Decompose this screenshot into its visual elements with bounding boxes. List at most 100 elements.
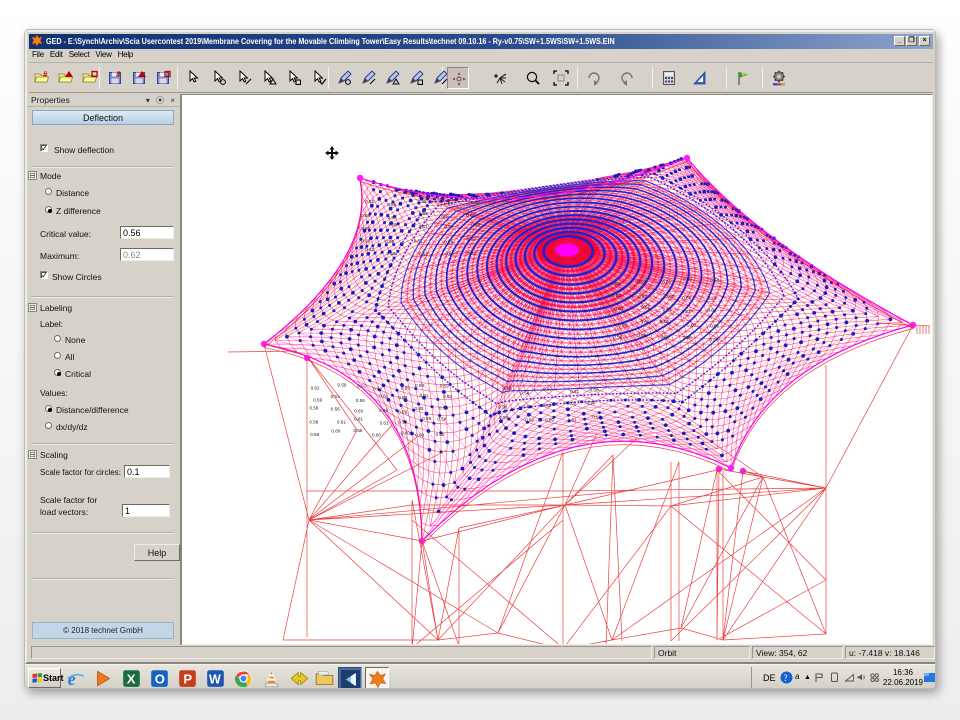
svg-text:0.62: 0.62 [682, 309, 691, 314]
svg-text:0.62: 0.62 [615, 306, 624, 311]
svg-text:P: P [183, 671, 192, 686]
svg-text:0.62: 0.62 [543, 403, 552, 408]
svg-text:0.60: 0.60 [372, 432, 381, 437]
svg-text:0.59: 0.59 [387, 202, 396, 207]
svg-text:0.61: 0.61 [419, 224, 428, 229]
svg-text:0.58: 0.58 [331, 407, 340, 412]
svg-text:0.62: 0.62 [641, 305, 650, 310]
svg-text:0.62: 0.62 [415, 406, 424, 411]
svg-text:0.61: 0.61 [414, 239, 423, 244]
svg-text:0.61: 0.61 [379, 394, 388, 399]
svg-text:0.60: 0.60 [661, 335, 670, 340]
svg-text:0.60: 0.60 [436, 432, 445, 437]
svg-text:0.59: 0.59 [338, 383, 347, 388]
svg-text:0.59: 0.59 [637, 333, 646, 338]
svg-text:0.62: 0.62 [683, 277, 692, 282]
svg-text:X: X [127, 671, 136, 686]
svg-text:0.60: 0.60 [662, 279, 671, 284]
svg-text:0.58: 0.58 [520, 391, 529, 396]
svg-text:#: # [116, 70, 121, 79]
svg-text:0.62: 0.62 [443, 394, 452, 399]
svg-text:0.62: 0.62 [567, 401, 576, 406]
svg-text:0.58: 0.58 [444, 225, 453, 230]
svg-text:0.61: 0.61 [420, 393, 429, 398]
svg-text:0.61: 0.61 [337, 420, 346, 425]
svg-text:0.59: 0.59 [356, 398, 365, 403]
svg-text:0.58: 0.58 [590, 387, 599, 392]
svg-text:0.58: 0.58 [361, 213, 370, 218]
svg-text:0.61: 0.61 [439, 214, 448, 219]
svg-text:0.58: 0.58 [398, 420, 407, 425]
svg-text:0.59: 0.59 [418, 199, 427, 204]
svg-text:0.62: 0.62 [543, 386, 552, 391]
svg-text:0.59: 0.59 [663, 307, 672, 312]
svg-text:0.58: 0.58 [354, 428, 363, 433]
svg-text:0.58: 0.58 [710, 277, 719, 282]
svg-text:0.59: 0.59 [612, 293, 621, 298]
svg-text:0.60: 0.60 [331, 429, 340, 434]
svg-text:0.60: 0.60 [401, 430, 410, 435]
svg-text:0.60: 0.60 [665, 294, 674, 299]
svg-text:W: W [209, 672, 221, 686]
svg-text:0.58: 0.58 [310, 405, 319, 410]
svg-text:0.61: 0.61 [467, 251, 476, 256]
svg-text:#: # [43, 70, 48, 79]
svg-text:0.61: 0.61 [568, 418, 577, 423]
svg-text:0.59: 0.59 [641, 319, 650, 324]
svg-text:0.58: 0.58 [592, 415, 601, 420]
svg-text:0.59: 0.59 [708, 296, 717, 301]
svg-text:0.58: 0.58 [499, 415, 508, 420]
svg-text:0.60: 0.60 [637, 279, 646, 284]
svg-text:0.59: 0.59 [313, 397, 322, 402]
svg-text:0.61: 0.61 [707, 307, 716, 312]
svg-text:0.59: 0.59 [545, 418, 554, 423]
svg-text:0.61: 0.61 [522, 404, 531, 409]
svg-text:0.60: 0.60 [362, 238, 371, 243]
svg-text:0.59: 0.59 [398, 410, 407, 415]
svg-text:0.61: 0.61 [380, 421, 389, 426]
svg-text:0.60: 0.60 [354, 409, 363, 414]
svg-text:0.59: 0.59 [401, 386, 410, 391]
svg-text:0.58: 0.58 [682, 296, 691, 301]
svg-text:0.62: 0.62 [379, 408, 388, 413]
svg-text:0.59: 0.59 [439, 405, 448, 410]
svg-text:0.59: 0.59 [683, 335, 692, 340]
svg-text:0.62: 0.62 [311, 386, 320, 391]
svg-text:0.62: 0.62 [638, 294, 647, 299]
svg-text:?: ? [784, 673, 788, 683]
svg-text:O: O [155, 671, 165, 686]
svg-text:0.62: 0.62 [471, 200, 480, 205]
svg-text:0.58: 0.58 [444, 240, 453, 245]
svg-text:0.58: 0.58 [613, 335, 622, 340]
svg-text:0.62: 0.62 [373, 387, 382, 392]
svg-text:0.62: 0.62 [365, 199, 374, 204]
svg-text:0.59: 0.59 [660, 319, 669, 324]
svg-text:0.62: 0.62 [419, 211, 428, 216]
svg-text:0.59: 0.59 [440, 384, 449, 389]
svg-text:0.58: 0.58 [587, 401, 596, 406]
svg-text:0.60: 0.60 [388, 215, 397, 220]
svg-text:0.58: 0.58 [310, 432, 319, 437]
svg-text:0.59: 0.59 [611, 281, 620, 286]
svg-text:0.58: 0.58 [498, 405, 507, 410]
svg-text:0.59: 0.59 [618, 323, 627, 328]
svg-text:0.60: 0.60 [687, 322, 696, 327]
svg-text:0.61: 0.61 [710, 323, 719, 328]
svg-text:0.61: 0.61 [570, 389, 579, 394]
svg-text:0.58: 0.58 [389, 222, 398, 227]
svg-text:0.61: 0.61 [357, 384, 366, 389]
svg-text:0.61: 0.61 [445, 251, 454, 256]
svg-text:0.60: 0.60 [471, 222, 480, 227]
svg-text:0.61: 0.61 [365, 247, 374, 252]
svg-text:0.62: 0.62 [467, 236, 476, 241]
svg-text:0.58: 0.58 [437, 416, 446, 421]
svg-text:0.58: 0.58 [309, 420, 318, 425]
svg-text:0.60: 0.60 [415, 432, 424, 437]
svg-text:0.62: 0.62 [419, 251, 428, 256]
svg-text:0.59: 0.59 [525, 417, 534, 422]
svg-text:0.59: 0.59 [422, 416, 431, 421]
svg-text:0.62: 0.62 [466, 212, 475, 217]
svg-text:0.60: 0.60 [709, 338, 718, 343]
svg-text:0.60: 0.60 [361, 226, 370, 231]
svg-text:0.62: 0.62 [444, 201, 453, 206]
